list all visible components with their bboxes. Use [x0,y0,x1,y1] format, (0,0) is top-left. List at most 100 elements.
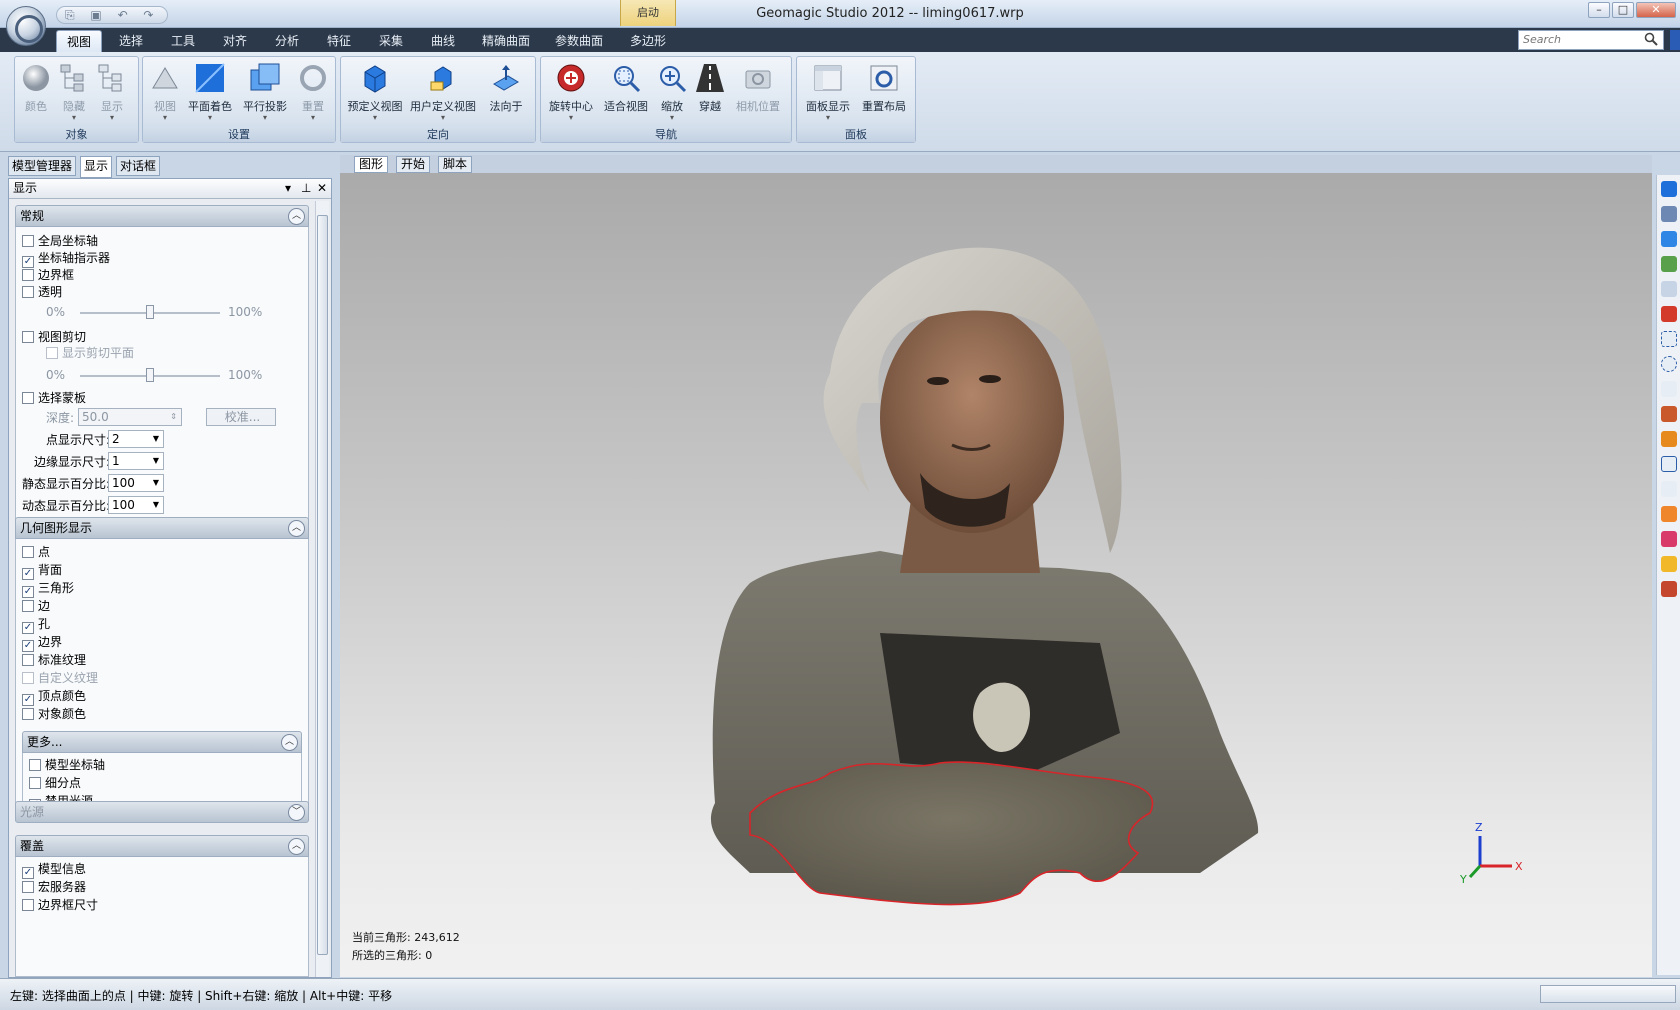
tab-polygons[interactable]: 多边形 [622,30,674,52]
rotation-center-button[interactable]: 旋转中心 ▾ [545,60,597,126]
3d-viewport[interactable]: Z X Y 当前三角形: 243,612 所选的三角形: 0 [340,173,1652,977]
maximize-button[interactable]: □ [1612,2,1634,18]
dynamic-percent-select[interactable]: 100 ▼ [108,496,164,514]
tab-features[interactable]: 特征 [316,30,362,52]
predefined-view-button[interactable]: 预定义视图 ▾ [345,60,405,126]
collapse-icon[interactable]: ︿ [288,838,305,855]
checkbox-global-axis[interactable]: 全局坐标轴 [22,233,98,249]
panel-scrollbar[interactable] [315,201,329,977]
pin-icon[interactable]: ⊥ [301,181,311,195]
checkbox-custom-texture[interactable]: 自定义纹理 [22,670,98,686]
checkbox-model-axis[interactable]: 模型坐标轴 [29,757,105,773]
checkbox-subdivision-points[interactable]: 细分点 [29,775,81,791]
tab-select[interactable]: 选择 [108,30,154,52]
checkbox-bounding-box[interactable]: 边界框 [22,267,74,283]
reset-icon[interactable] [1661,206,1677,222]
flat-shading-button[interactable]: 平面着色 ▾ [185,60,235,126]
tab-model-manager[interactable]: 模型管理器 [8,156,77,176]
checkbox-holes[interactable]: ✓ 孔 [22,616,50,634]
checkbox-edges[interactable]: 边 [22,598,50,614]
application-menu-button[interactable] [6,6,46,46]
tab-script[interactable]: 脚本 [438,156,473,173]
search-icon[interactable] [1644,32,1658,46]
select-through-icon[interactable] [1661,456,1677,472]
camera-position-button[interactable]: 相机位置 [731,60,785,126]
rotation-center-icon[interactable] [1661,306,1677,322]
checkbox-vertex-color[interactable]: ✓ 顶点颜色 [22,688,86,706]
checkbox-bbox-dimensions[interactable]: 边界框尺寸 [22,897,98,913]
color-button[interactable]: 颜色 [19,60,53,126]
shading-icon[interactable] [1661,231,1677,247]
tab-view[interactable]: 视图 [56,30,102,52]
panel-display-button[interactable]: 面板显示 ▾ [801,60,855,126]
fit-view-button[interactable]: 适合视图 [601,60,651,126]
zoom-icon[interactable] [1661,281,1677,297]
view-settings-button[interactable]: 视图 ▾ [147,60,183,126]
checkbox-macro-server[interactable]: 宏服务器 [22,879,86,895]
checkbox-model-info[interactable]: ✓ 模型信息 [22,861,86,879]
calibrate-button[interactable]: 校准... [206,408,276,426]
checkbox-object-color[interactable]: 对象颜色 [22,706,86,722]
scanned-mesh[interactable]: Z X Y [340,173,1652,977]
close-panel-icon[interactable]: ✕ [317,181,327,195]
tab-align[interactable]: 对齐 [212,30,258,52]
lasso-select-icon[interactable] [1661,356,1677,372]
section-lighting-header[interactable]: 光源 ﹀ [15,801,309,823]
checkbox-transparent[interactable]: 透明 [22,284,62,300]
tab-curves[interactable]: 曲线 [420,30,466,52]
close-button[interactable]: ✕ [1636,2,1676,18]
collapse-icon[interactable]: ︿ [288,208,305,225]
camera-icon[interactable] [1661,256,1677,272]
section-more-header[interactable]: 更多... ︿ [22,731,302,753]
section-overlay-header[interactable]: 覆盖 ︿ [15,835,309,857]
tab-capture[interactable]: 采集 [368,30,414,52]
invert-select-icon[interactable] [1661,556,1677,572]
help-icon[interactable] [1670,30,1680,50]
zoom-button[interactable]: 缩放 ▾ [655,60,689,126]
point-size-select[interactable]: 2 ▼ [108,430,164,448]
reset-layout-button[interactable]: 重置布局 [857,60,911,126]
scrollbar-thumb[interactable] [317,215,328,955]
line-select-icon[interactable] [1661,381,1677,397]
minimize-button[interactable]: – [1588,2,1610,18]
select-none-icon[interactable] [1661,531,1677,547]
edge-size-select[interactable]: 1 ▼ [108,452,164,470]
depth-field[interactable]: 50.0 ⇕ [78,408,182,426]
tab-tools[interactable]: 工具 [160,30,206,52]
custom-select-icon[interactable] [1661,431,1677,447]
checkbox-boundaries[interactable]: ✓ 边界 [22,634,62,652]
parallel-projection-button[interactable]: 平行投影 ▾ [239,60,291,126]
normal-to-button[interactable]: 法向于 [481,60,531,126]
checkbox-selection-mask[interactable]: 选择蒙板 [22,390,86,406]
checkbox-triangles[interactable]: ✓ 三角形 [22,580,74,598]
checkbox-axis-indicator[interactable]: ✓ 坐标轴指示器 [22,250,110,268]
select-components-icon[interactable] [1661,581,1677,597]
paint-select-icon[interactable] [1661,406,1677,422]
tab-analysis[interactable]: 分析 [264,30,310,52]
checkbox-backfaces[interactable]: ✓ 背面 [22,562,62,580]
quick-access-toolbar[interactable]: ⎘ ▣ ↶ ↷ ▾ [56,6,168,38]
tab-graphics[interactable]: 图形 [354,156,389,173]
section-general-header[interactable]: 常规 ︿ [15,205,309,227]
search-input[interactable]: Search [1518,30,1664,50]
section-geometry-header[interactable]: 几何图形显示 ︿ [15,517,309,539]
tab-display[interactable]: 显示 [80,156,113,178]
transparency-slider-thumb[interactable] [146,305,154,319]
tab-start[interactable]: 开始 [396,156,431,173]
hide-button[interactable]: 隐藏 ▾ [57,60,91,126]
fly-through-button[interactable]: 穿越 [693,60,727,126]
context-tab-startup[interactable]: 启动 [620,0,676,26]
rectangle-select-icon[interactable] [1661,331,1677,347]
cube-view-icon[interactable] [1661,181,1677,197]
tab-exact-surfaces[interactable]: 精确曲面 [476,30,536,52]
checkbox-standard-texture[interactable]: 标准纹理 [22,652,86,668]
tab-parametric-surfaces[interactable]: 参数曲面 [546,30,612,52]
checkbox-show-clip-plane[interactable]: 显示剪切平面 [46,345,134,361]
tab-dialog[interactable]: 对话框 [116,156,161,176]
select-visible-icon[interactable] [1661,481,1677,497]
show-button[interactable]: 显示 ▾ [95,60,129,126]
checkbox-view-clip[interactable]: 视图剪切 [22,329,86,345]
static-percent-select[interactable]: 100 ▼ [108,474,164,492]
checkbox-points[interactable]: 点 [22,544,50,560]
collapse-icon[interactable]: ︿ [281,734,298,751]
